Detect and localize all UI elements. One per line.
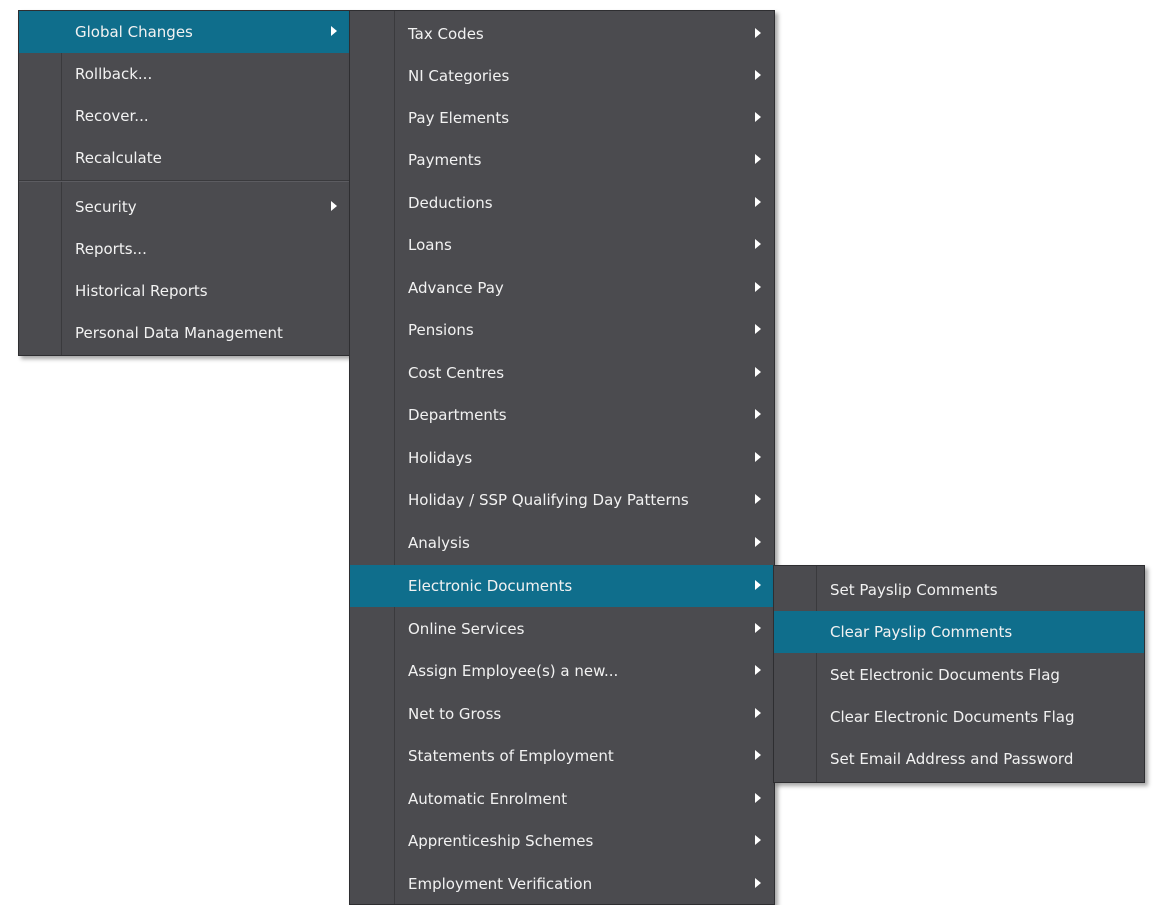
menu-item-label: Electronic Documents <box>408 577 573 595</box>
menu-item-holiday-ssp-patterns[interactable]: Holiday / SSP Qualifying Day Patterns <box>350 479 774 521</box>
submenu-arrow-icon <box>755 835 761 845</box>
submenu-arrow-icon <box>755 665 761 675</box>
menu-item-label: Deductions <box>408 194 493 212</box>
menu-item-recalculate[interactable]: Recalculate <box>19 137 350 179</box>
menu-item-label: Clear Electronic Documents Flag <box>830 708 1075 726</box>
menu-item-deductions[interactable]: Deductions <box>350 182 774 224</box>
submenu-arrow-icon <box>755 28 761 38</box>
submenu-arrow-icon <box>755 409 761 419</box>
menu-item-net-to-gross[interactable]: Net to Gross <box>350 693 774 735</box>
menu-item-label: Assign Employee(s) a new... <box>408 662 619 680</box>
menu-item-label: Global Changes <box>75 23 193 41</box>
menu-item-payments[interactable]: Payments <box>350 139 774 181</box>
menu-item-label: Automatic Enrolment <box>408 790 568 808</box>
menu-item-label: Recover... <box>75 107 149 125</box>
submenu-arrow-icon <box>755 623 761 633</box>
menu-item-label: NI Categories <box>408 67 510 85</box>
menu-item-label: Recalculate <box>75 149 162 167</box>
menu-item-label: Pay Elements <box>408 109 510 127</box>
menu-item-electronic-documents[interactable]: Electronic Documents <box>350 565 774 607</box>
submenu-arrow-icon <box>755 197 761 207</box>
menu-item-pensions[interactable]: Pensions <box>350 309 774 351</box>
menu-item-loans[interactable]: Loans <box>350 224 774 266</box>
menu-item-statements-of-employment[interactable]: Statements of Employment <box>350 735 774 777</box>
menu-item-personal-data-management[interactable]: Personal Data Management <box>19 312 350 354</box>
menu-item-label: Security <box>75 198 137 216</box>
menu-item-label: Statements of Employment <box>408 747 614 765</box>
menu-item-historical-reports[interactable]: Historical Reports <box>19 270 350 312</box>
menu-item-automatic-enrolment[interactable]: Automatic Enrolment <box>350 778 774 820</box>
menu-item-security[interactable]: Security <box>19 186 350 228</box>
menu-item-label: Tax Codes <box>408 25 484 43</box>
submenu-arrow-icon <box>755 70 761 80</box>
menu-item-set-payslip-comments[interactable]: Set Payslip Comments <box>774 569 1144 611</box>
menu-item-label: Apprenticeship Schemes <box>408 832 594 850</box>
menu-item-tax-codes[interactable]: Tax Codes <box>350 13 774 55</box>
menu-item-recover[interactable]: Recover... <box>19 95 350 137</box>
menu-item-label: Advance Pay <box>408 279 504 297</box>
menu-item-label: Analysis <box>408 534 470 552</box>
menu-item-label: Holidays <box>408 449 473 467</box>
menu-separator <box>19 180 350 182</box>
menu-item-holidays[interactable]: Holidays <box>350 437 774 479</box>
submenu-arrow-icon <box>755 239 761 249</box>
menu-item-set-email-address-password[interactable]: Set Email Address and Password <box>774 738 1144 780</box>
menu-item-pay-elements[interactable]: Pay Elements <box>350 97 774 139</box>
electronic-documents-submenu: Set Payslip Comments Clear Payslip Comme… <box>773 565 1145 783</box>
submenu-arrow-icon <box>755 537 761 547</box>
menu-item-label: Set Electronic Documents Flag <box>830 666 1060 684</box>
menu-item-ni-categories[interactable]: NI Categories <box>350 55 774 97</box>
submenu-arrow-icon <box>755 580 761 590</box>
submenu-arrow-icon <box>755 324 761 334</box>
menu-item-label: Pensions <box>408 321 474 339</box>
menu-item-global-changes[interactable]: Global Changes <box>19 11 350 53</box>
menu-item-label: Loans <box>408 236 452 254</box>
menu-item-clear-payslip-comments[interactable]: Clear Payslip Comments <box>774 611 1144 653</box>
menu-item-employment-verification[interactable]: Employment Verification <box>350 863 774 905</box>
menu-item-label: Payments <box>408 151 482 169</box>
menu-item-reports[interactable]: Reports... <box>19 228 350 270</box>
submenu-arrow-icon <box>755 750 761 760</box>
submenu-arrow-icon <box>755 154 761 164</box>
menu-item-rollback[interactable]: Rollback... <box>19 53 350 95</box>
menu-item-departments[interactable]: Departments <box>350 394 774 436</box>
menu-item-label: Clear Payslip Comments <box>830 623 1013 641</box>
global-changes-submenu: Tax Codes NI Categories Pay Elements Pay… <box>349 10 775 905</box>
menu-item-label: Reports... <box>75 240 147 258</box>
menu-item-online-services[interactable]: Online Services <box>350 608 774 650</box>
submenu-arrow-icon <box>755 878 761 888</box>
submenu-arrow-icon <box>755 793 761 803</box>
submenu-arrow-icon <box>755 708 761 718</box>
menu-item-cost-centres[interactable]: Cost Centres <box>350 352 774 394</box>
menu-item-apprenticeship-schemes[interactable]: Apprenticeship Schemes <box>350 820 774 862</box>
menu-item-assign-employee[interactable]: Assign Employee(s) a new... <box>350 650 774 692</box>
menu-item-label: Set Email Address and Password <box>830 750 1074 768</box>
menu-item-analysis[interactable]: Analysis <box>350 522 774 564</box>
submenu-arrow-icon <box>755 112 761 122</box>
submenu-arrow-icon <box>755 367 761 377</box>
main-menu: Global Changes Rollback... Recover... Re… <box>18 10 351 356</box>
menu-item-label: Set Payslip Comments <box>830 581 998 599</box>
menu-item-label: Rollback... <box>75 65 153 83</box>
menu-item-label: Historical Reports <box>75 282 208 300</box>
menu-item-label: Personal Data Management <box>75 324 283 342</box>
submenu-arrow-icon <box>755 494 761 504</box>
submenu-arrow-icon <box>755 282 761 292</box>
submenu-arrow-icon <box>331 26 337 36</box>
menu-item-label: Holiday / SSP Qualifying Day Patterns <box>408 491 689 509</box>
menu-item-label: Net to Gross <box>408 705 502 723</box>
menu-item-advance-pay[interactable]: Advance Pay <box>350 267 774 309</box>
submenu-arrow-icon <box>331 201 337 211</box>
menu-item-label: Employment Verification <box>408 875 593 893</box>
menu-item-clear-electronic-documents-flag[interactable]: Clear Electronic Documents Flag <box>774 696 1144 738</box>
menu-item-label: Online Services <box>408 620 525 638</box>
menu-item-set-electronic-documents-flag[interactable]: Set Electronic Documents Flag <box>774 654 1144 696</box>
menu-item-label: Cost Centres <box>408 364 505 382</box>
menu-item-label: Departments <box>408 406 507 424</box>
submenu-arrow-icon <box>755 452 761 462</box>
